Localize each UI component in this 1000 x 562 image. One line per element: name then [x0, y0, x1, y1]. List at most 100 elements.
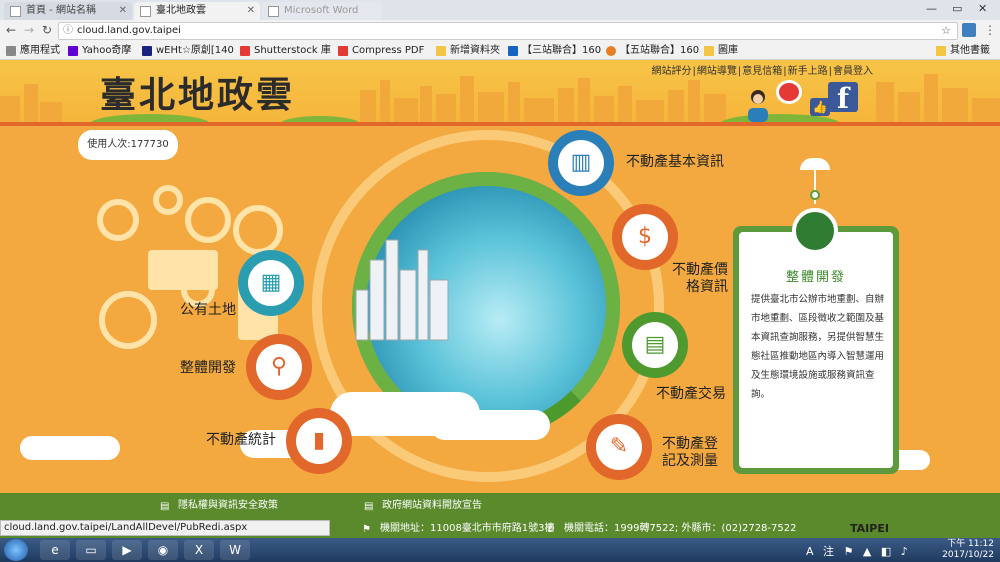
- forward-icon[interactable]: →: [24, 23, 34, 37]
- word-icon[interactable]: W: [220, 540, 250, 560]
- taipei-brand-logo: TAIPEI: [850, 522, 889, 535]
- info-panel-body: 整體開發 提供臺北市公辦市地重劃、自辦市地重劃、區段徵收之範圍及基本資訊查詢服務…: [739, 232, 893, 468]
- menu-transaction-button[interactable]: ▤: [622, 312, 688, 378]
- bookmark-wehi[interactable]: wEHt☆原創[140: [142, 44, 234, 58]
- close-icon[interactable]: ✕: [247, 2, 255, 20]
- link-getting-started[interactable]: 新手上路: [788, 66, 828, 77]
- chart-icon: ▮: [312, 428, 326, 453]
- clock-date: 2017/10/22: [942, 550, 994, 560]
- panel-badge-icon: [792, 208, 838, 254]
- menu-statistics-button[interactable]: ▮: [286, 408, 352, 474]
- menu-real-estate-info-button[interactable]: ▥: [548, 130, 614, 196]
- ie-icon[interactable]: e: [40, 540, 70, 560]
- menu-public-land-button[interactable]: ▦: [238, 250, 304, 316]
- document-icon: ▤: [160, 501, 170, 512]
- close-window-icon[interactable]: ✕: [978, 2, 987, 15]
- apps-grid-icon: [6, 46, 16, 56]
- site-logo[interactable]: 臺北地政雲: [100, 66, 295, 118]
- menu-transaction-label[interactable]: 不動產交易: [656, 386, 726, 403]
- ime-indicator[interactable]: A 注: [806, 545, 837, 558]
- chat-bubble-icon[interactable]: [776, 80, 802, 104]
- bookmark-label: Compress PDF: [352, 45, 425, 56]
- tab-word[interactable]: Microsoft Word: [262, 2, 382, 20]
- bookmark-three-sites[interactable]: 【三站聯合】160: [508, 44, 601, 58]
- address-text: ⚑ 機關地址：11008臺北市市府路1號3樓: [362, 522, 555, 536]
- bookmark-label: 【三站聯合】160: [522, 45, 602, 56]
- tab-title: 臺北地政雲: [156, 5, 206, 16]
- clock-time: 下午 11:12: [947, 539, 994, 549]
- info-panel: 整體開發 提供臺北市公辦市地重劃、自辦市地重劃、區段徵收之範圍及基本資訊查詢服務…: [733, 226, 899, 474]
- link-site-map[interactable]: 網站導覽: [697, 66, 737, 77]
- media-icon[interactable]: ▶: [112, 540, 142, 560]
- link-member-login[interactable]: 會員登入: [833, 66, 873, 77]
- excel-icon[interactable]: X: [184, 540, 214, 560]
- site-icon: [142, 46, 152, 56]
- tv-icon: [508, 46, 518, 56]
- shutterstock-icon: [240, 46, 250, 56]
- yahoo-icon: [68, 46, 78, 56]
- bookmark-folder[interactable]: 新增資料夾: [436, 44, 500, 58]
- chrome-icon[interactable]: ◉: [148, 540, 178, 560]
- menu-overall-development-label[interactable]: 整體開發: [180, 360, 236, 377]
- tab-strip: 首頁 - 網站名稱 ✕ 臺北地政雲 ✕ Microsoft Word — ▭ ✕: [0, 0, 1000, 20]
- clock[interactable]: 下午 11:12 2017/10/22: [942, 539, 994, 561]
- map-icon: ▦: [260, 270, 282, 295]
- tab-title: Microsoft Word: [284, 5, 359, 16]
- top-links: 網站評分|網站導覽|意見信箱|新手上路|會員登入: [651, 66, 874, 77]
- back-icon[interactable]: ←: [6, 23, 16, 37]
- bookmark-apps[interactable]: 應用程式: [6, 44, 60, 58]
- customer-service-icon[interactable]: [746, 88, 770, 122]
- menu-real-estate-info-label[interactable]: 不動產基本資訊: [626, 154, 724, 171]
- menu-icon[interactable]: ⋮: [984, 23, 996, 37]
- url-input[interactable]: ⓘ cloud.land.gov.taipei ☆: [58, 22, 958, 40]
- facebook-icon[interactable]: f: [828, 82, 858, 115]
- panel-title: 整體開發: [785, 270, 846, 285]
- folder-icon: [704, 46, 714, 56]
- menu-registration-label[interactable]: 不動產登記及測量: [662, 436, 724, 470]
- folder-icon: [436, 46, 446, 56]
- menu-statistics-label[interactable]: 不動產統計: [206, 432, 276, 449]
- site-header: 臺北地政雲 網站評分|網站導覽|意見信箱|新手上路|會員登入 👍 f: [0, 60, 1000, 124]
- link-feedback[interactable]: 意見信箱: [742, 66, 782, 77]
- close-icon[interactable]: ✕: [119, 2, 127, 20]
- bookmark-label: 【五站聯合】160: [620, 45, 700, 56]
- page-favicon-icon: [10, 6, 21, 17]
- page-body: 臺北地政雲 網站評分|網站導覽|意見信箱|新手上路|會員登入 👍 f 使用人次:…: [0, 60, 1000, 520]
- bookmark-yahoo[interactable]: Yahoo奇摩: [68, 44, 131, 58]
- bookmarks-bar: 應用程式 Yahoo奇摩 wEHt☆原創[140 Shutterstock 庫 …: [0, 42, 1000, 60]
- bookmark-other[interactable]: 其他書籤: [936, 44, 990, 58]
- menu-public-land-label[interactable]: 公有土地: [180, 302, 236, 319]
- minimize-icon[interactable]: —: [926, 2, 937, 15]
- explorer-icon[interactable]: ▭: [76, 540, 106, 560]
- bookmark-label: 新增資料夾: [450, 45, 500, 56]
- panel-description: 提供臺北市公辦市地重劃、自辦市地重劃、區段徵收之範圍及基本資訊查詢服務，另提供智…: [751, 294, 885, 400]
- link-site-rating[interactable]: 網站評分: [652, 66, 692, 77]
- start-button[interactable]: [4, 539, 28, 561]
- bookmark-compress[interactable]: Compress PDF: [338, 44, 424, 58]
- bookmark-label: wEHt☆原創[140: [156, 45, 234, 56]
- extension-icon[interactable]: [962, 23, 976, 37]
- bookmark-shutterstock[interactable]: Shutterstock 庫: [240, 44, 331, 58]
- menu-registration-button[interactable]: ✎: [586, 414, 652, 480]
- menu-price-info-label[interactable]: 不動產價格資訊: [668, 262, 728, 296]
- like-icon[interactable]: 👍: [810, 98, 830, 116]
- bookmark-gallery[interactable]: 圖庫: [704, 44, 738, 58]
- menu-price-info-button[interactable]: $: [612, 204, 678, 270]
- tab-title: 首頁 - 網站名稱: [26, 5, 96, 16]
- cloud-icon: [20, 436, 120, 460]
- tab-home[interactable]: 首頁 - 網站名稱 ✕: [4, 2, 132, 20]
- open-data-link[interactable]: ▤ 政府網站資料開放宣告: [364, 499, 482, 513]
- system-tray-icons[interactable]: A 注 ⚑ ▲ ◧ ♪: [806, 543, 911, 559]
- visitor-counter: 使用人次:177730: [78, 130, 178, 160]
- info-icon[interactable]: ⓘ: [63, 23, 73, 39]
- page-favicon-icon: [268, 6, 279, 17]
- reload-icon[interactable]: ↻: [42, 23, 52, 37]
- bookmark-five-sites[interactable]: 【五站聯合】160: [606, 44, 699, 58]
- bookmark-label: 應用程式: [20, 45, 60, 56]
- maximize-icon[interactable]: ▭: [952, 2, 962, 15]
- tab-cloud[interactable]: 臺北地政雲 ✕: [134, 2, 260, 20]
- privacy-policy-link[interactable]: ▤ 隱私權與資訊安全政策: [160, 499, 278, 513]
- menu-overall-development-button[interactable]: ⚲: [246, 334, 312, 400]
- bookmark-star-icon[interactable]: ☆: [941, 23, 951, 39]
- privacy-label: 隱私權與資訊安全政策: [178, 500, 278, 511]
